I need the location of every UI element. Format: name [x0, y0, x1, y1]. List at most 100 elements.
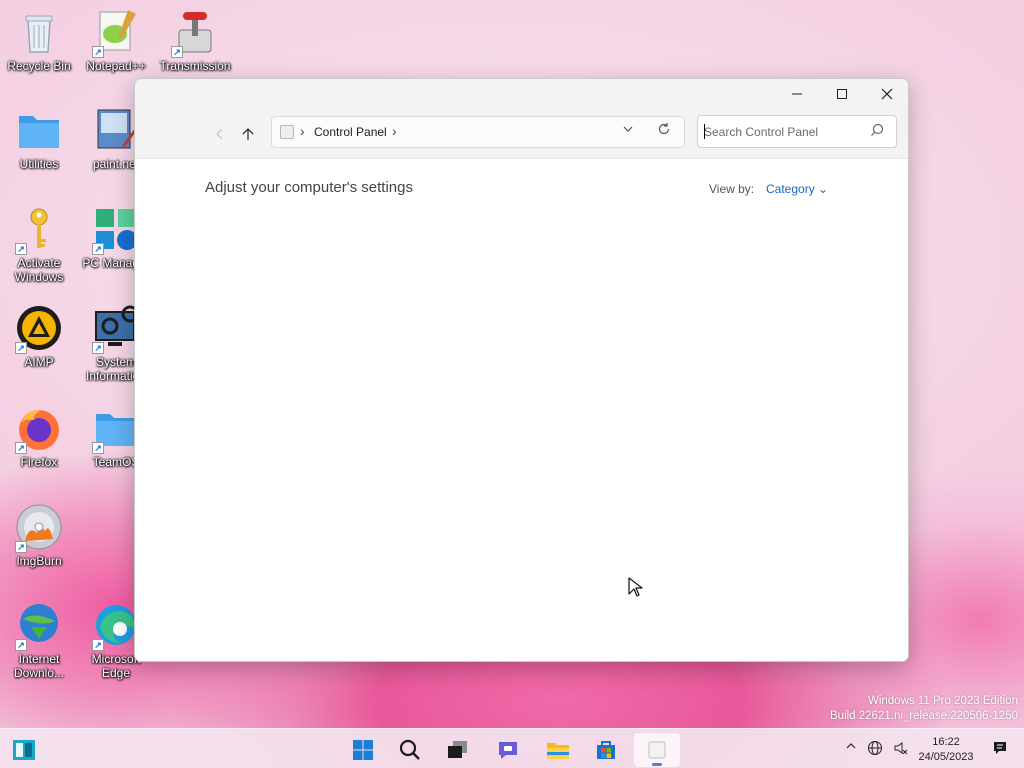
- minimize-button[interactable]: [774, 79, 820, 109]
- control-panel-taskbar-button[interactable]: [634, 733, 680, 767]
- desktop-icon-label: Transmission: [159, 59, 231, 73]
- desktop-icon-label: Notepad++: [86, 59, 146, 73]
- search-icon[interactable]: [870, 123, 884, 140]
- view-by-label: View by:: [709, 182, 755, 196]
- clock[interactable]: 16:22 24/05/2023: [918, 735, 974, 765]
- desktop-icon-label: Internet Downlo...: [13, 652, 65, 680]
- pc-manager-icon: ↗: [92, 205, 140, 255]
- running-indicator: [652, 763, 662, 766]
- paint-net-icon: [92, 106, 140, 154]
- aimp-icon: ↗: [15, 304, 63, 354]
- task-view-button[interactable]: [440, 733, 476, 767]
- shortcut-arrow-icon: ↗: [15, 342, 27, 354]
- notifications-button[interactable]: [992, 740, 1008, 759]
- desktop-icon-internet-download-manager[interactable]: ↗ Internet Downlo...: [1, 601, 77, 680]
- address-dropdown-button[interactable]: [622, 123, 634, 138]
- content-area: [135, 160, 908, 661]
- shortcut-arrow-icon: ↗: [15, 541, 27, 553]
- navigation-bar: › Control Panel ›: [135, 109, 908, 159]
- taskbar: 16:22 24/05/2023: [0, 728, 1024, 768]
- show-hidden-icons-button[interactable]: [845, 740, 857, 755]
- breadcrumb-control-panel[interactable]: Control Panel: [314, 125, 387, 139]
- shortcut-arrow-icon: ↗: [15, 442, 27, 454]
- desktop-icon-label: AIMP: [24, 355, 54, 369]
- shortcut-arrow-icon: ↗: [171, 46, 183, 58]
- mouse-cursor-icon: [628, 577, 643, 597]
- shortcut-arrow-icon: ↗: [92, 46, 104, 58]
- build-text: Build 22621.ni_release.220506-1250: [830, 710, 1018, 722]
- back-button[interactable]: [207, 121, 233, 147]
- close-icon: [881, 88, 893, 100]
- speaker-muted-icon: [894, 742, 908, 755]
- text-caret: [704, 124, 705, 139]
- chevron-up-icon: [846, 743, 856, 749]
- notification-icon: [994, 742, 1006, 754]
- title-bar[interactable]: [135, 79, 908, 109]
- chevron-down-icon: [623, 126, 633, 132]
- clock-time: 16:22: [932, 736, 960, 748]
- close-button[interactable]: [864, 79, 908, 109]
- key-icon: ↗: [15, 205, 63, 255]
- breadcrumb-separator[interactable]: ›: [392, 123, 397, 139]
- up-button[interactable]: [235, 121, 261, 147]
- recycle-bin-icon: [15, 8, 63, 56]
- firefox-icon: ↗: [15, 404, 63, 454]
- network-button[interactable]: [867, 740, 883, 759]
- desktop-icon-utilities[interactable]: Utilities: [1, 106, 77, 171]
- microsoft-store-button[interactable]: [588, 733, 624, 767]
- arrow-left-icon: [216, 128, 223, 140]
- store-icon: [597, 741, 615, 759]
- desktop-icon-label: Firefox: [20, 455, 58, 469]
- desktop-icon-label: Activate Windows: [14, 256, 64, 284]
- transmission-icon: ↗: [171, 8, 219, 58]
- address-bar[interactable]: › Control Panel ›: [271, 116, 685, 148]
- search-button[interactable]: [392, 733, 428, 767]
- file-explorer-icon: [547, 743, 569, 759]
- folder-icon: ↗: [92, 404, 140, 454]
- notepad-plus-plus-icon: ↗: [92, 8, 140, 58]
- globe-icon: [868, 741, 882, 755]
- refresh-button[interactable]: [657, 122, 671, 140]
- desktop-icon-imgburn[interactable]: ↗ ImgBurn: [1, 503, 77, 568]
- shortcut-arrow-icon: ↗: [92, 442, 104, 454]
- widgets-button[interactable]: [6, 733, 42, 767]
- control-panel-window[interactable]: › Control Panel › Adjust your computer's…: [134, 78, 909, 662]
- chat-icon: [499, 742, 517, 759]
- refresh-icon: [658, 123, 670, 135]
- desktop-icon-activate-windows[interactable]: ↗ Activate Windows: [1, 205, 77, 284]
- desktop-icon-recycle-bin[interactable]: Recycle Bin: [1, 8, 77, 73]
- maximize-icon: [837, 89, 847, 99]
- maximize-button[interactable]: [819, 79, 865, 109]
- windows-edition-watermark: Windows 11 Pro 2023 Edition Build 22621.…: [830, 694, 1018, 724]
- desktop-icon-notepad-plus-plus[interactable]: ↗ Notepad++: [78, 8, 154, 73]
- control-panel-icon: [648, 741, 666, 759]
- file-explorer-button[interactable]: [540, 733, 576, 767]
- desktop-icon-transmission[interactable]: ↗ Transmission: [157, 8, 233, 73]
- minimize-icon: [792, 93, 802, 95]
- desktop-icon-label: ImgBurn: [16, 554, 62, 568]
- desktop-icon-label: Recycle Bin: [7, 59, 71, 73]
- breadcrumb-separator[interactable]: ›: [300, 123, 305, 139]
- shortcut-arrow-icon: ↗: [92, 639, 104, 651]
- clock-date: 24/05/2023: [918, 751, 974, 763]
- widgets-icon: [13, 740, 35, 760]
- desktop-icon-aimp[interactable]: ↗ AIMP: [1, 304, 77, 369]
- volume-button[interactable]: [893, 740, 909, 759]
- task-view-icon: [448, 741, 467, 758]
- edition-text: Windows 11 Pro 2023 Edition: [867, 695, 1018, 707]
- windows-logo-icon: [353, 740, 373, 760]
- edge-icon: ↗: [92, 601, 140, 651]
- view-by-dropdown[interactable]: Category ⌄: [766, 182, 828, 196]
- shortcut-arrow-icon: ↗: [15, 639, 27, 651]
- control-panel-icon: [280, 125, 294, 139]
- search-box[interactable]: [697, 115, 897, 148]
- arrow-up-icon: [242, 128, 254, 140]
- shortcut-arrow-icon: ↗: [15, 243, 27, 255]
- search-input[interactable]: [704, 123, 864, 141]
- teams-chat-button[interactable]: [490, 733, 526, 767]
- page-title: Adjust your computer's settings: [205, 179, 413, 196]
- shortcut-arrow-icon: ↗: [92, 243, 104, 255]
- desktop-icon-firefox[interactable]: ↗ Firefox: [1, 404, 77, 469]
- start-button[interactable]: [345, 733, 381, 767]
- desktop-icon-label: Utilities: [19, 157, 59, 171]
